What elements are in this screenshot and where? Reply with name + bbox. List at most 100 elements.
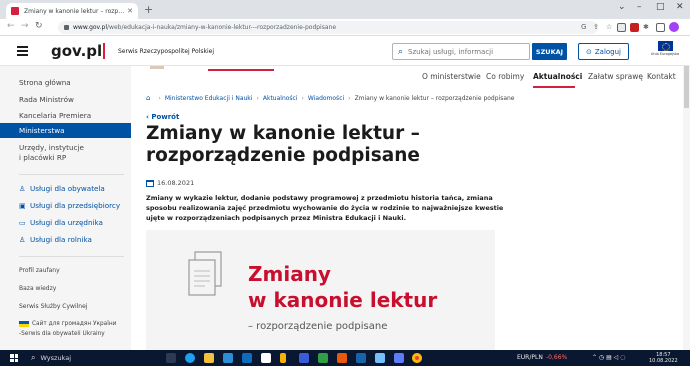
breadcrumb: ⌂ › Ministerstwo Edukacji i Nauki › Aktu…	[146, 94, 515, 102]
back-arrow-icon[interactable]: ←	[7, 21, 15, 31]
topnav-contact[interactable]: Kontakt	[647, 72, 676, 84]
tab-title: Zmiany w kanonie lektur – rozp…	[24, 7, 125, 15]
login-label: Zaloguj	[594, 47, 621, 56]
google-lens-icon[interactable]: G	[581, 23, 586, 31]
sidebar-item-knowledge-base[interactable]: Baza wiedzy	[0, 284, 131, 294]
file-explorer-icon[interactable]	[204, 353, 214, 363]
share-icon[interactable]: ⇪	[593, 23, 599, 31]
search-button[interactable]: SZUKAJ	[532, 43, 567, 60]
profile-avatar[interactable]	[669, 22, 679, 32]
bookmark-star-icon[interactable]: ☆	[606, 23, 612, 31]
url-text: www.gov.pl/web/edukacja-i-nauka/zmiany-w…	[73, 24, 337, 31]
person-icon: ♙	[19, 185, 26, 193]
back-label: Powrót	[151, 113, 180, 121]
sidebar-item-chancellery[interactable]: Kancelaria Premiera	[0, 111, 131, 121]
minimize-button[interactable]: –	[637, 2, 642, 12]
govpl-logo[interactable]: gov.pl	[51, 42, 102, 60]
sidebar-divider	[19, 256, 124, 257]
tab-search-icon[interactable]: ⌄	[618, 2, 626, 12]
store-icon[interactable]	[223, 353, 233, 363]
sidebar-item-civil-service[interactable]: Serwis Służby Cywilnej	[0, 302, 131, 312]
article-image: Zmiany w kanonie lektur – rozporządzenie…	[146, 230, 495, 350]
ukraine-flag-icon	[19, 320, 29, 327]
page-title: Zmiany w kanonie lektur – rozporządzenie…	[146, 123, 420, 166]
topnav-about[interactable]: O ministerstwie	[422, 72, 481, 84]
page-scrollbar[interactable]	[683, 66, 690, 350]
maximize-button[interactable]: □	[656, 2, 665, 12]
browser-toolbar: ← → ↻ www.gov.pl/web/edukacja-i-nauka/zm…	[0, 19, 690, 36]
user-icon: ⊙	[585, 47, 592, 56]
ticker-name[interactable]: EUR/PLN	[517, 354, 543, 361]
home-icon[interactable]: ⌂	[146, 94, 150, 102]
topnav-services[interactable]: Załatw sprawę	[588, 72, 643, 84]
sidebar-item-ministries[interactable]: Ministerstwa	[0, 123, 131, 138]
reload-icon[interactable]: ↻	[35, 21, 43, 31]
address-bar[interactable]: www.gov.pl/web/edukacja-i-nauka/zmiany-w…	[58, 21, 598, 34]
scrollbar-thumb[interactable]	[684, 66, 689, 108]
breadcrumb-news[interactable]: Aktualności	[263, 95, 298, 102]
search-icon: ⌕	[31, 353, 36, 362]
date-value: 16.08.2021	[157, 179, 195, 187]
topnav-what-we-do[interactable]: Co robimy	[486, 72, 524, 84]
sidebar-item-home[interactable]: Strona główna	[0, 78, 131, 88]
system-clock[interactable]: 18:57 10.08.2022	[649, 352, 678, 364]
breadcrumb-messages[interactable]: Wiadomości	[308, 95, 344, 102]
breadcrumb-ministry[interactable]: Ministerstwo Edukacji i Nauki	[165, 95, 253, 102]
sidebar-item-trusted-profile[interactable]: Profil zaufany	[0, 266, 131, 276]
edge-icon[interactable]	[185, 353, 195, 363]
article-lead: Zmiany w wykazie lektur, dodanie podstaw…	[146, 194, 504, 222]
image-subtitle: – rozporządzenie podpisane	[248, 321, 388, 332]
sidebar-item-citizen[interactable]: ♙ Usługi dla obywatela	[0, 184, 131, 194]
sidebar-item-farmer[interactable]: ♙ Usługi dla rolnika	[0, 235, 131, 245]
close-tab-icon[interactable]: ✕	[127, 7, 133, 15]
app-icon[interactable]	[375, 353, 385, 363]
extension-icon[interactable]	[617, 23, 626, 32]
app-icon[interactable]	[261, 353, 271, 363]
eu-flag-logo: Unia Europejska	[650, 41, 680, 61]
app-icon[interactable]	[280, 353, 286, 363]
back-link[interactable]: ‹ Powrót	[146, 113, 179, 121]
tray-icons[interactable]: ⌃ ◷ ▤ ◁ ◌	[592, 354, 625, 361]
ticker-change[interactable]: -0,66%	[546, 354, 567, 361]
taskbar-search[interactable]: ⌕ Wyszukaj	[25, 351, 145, 365]
sidebar-item-council[interactable]: Rada Ministrów	[0, 95, 131, 105]
calendar-icon	[146, 179, 154, 187]
sidebar-item-official[interactable]: ▭ Usługi dla urzędnika	[0, 218, 131, 228]
sidebar-label: Usługi dla urzędnika	[30, 218, 103, 227]
app-icon[interactable]	[318, 353, 328, 363]
extension-red-icon[interactable]	[630, 23, 639, 32]
mail-icon[interactable]	[242, 353, 252, 363]
image-title-line2: w kanonie lektur	[248, 288, 438, 312]
sidebar-divider	[19, 174, 124, 175]
close-window-button[interactable]: ✕	[676, 2, 684, 12]
app-icon[interactable]	[394, 353, 404, 363]
os-taskbar: ⌕ Wyszukaj EUR/PLN -0,66% ⌃ ◷ ▤ ◁ ◌ 18:5…	[0, 350, 690, 366]
eu-flag-icon	[657, 41, 673, 51]
sidebar-label: -Serwis dla obywateli Ukrainy	[19, 331, 105, 337]
search-icon: ⌕	[398, 46, 404, 57]
search-input[interactable]	[408, 47, 519, 56]
article-date: 16.08.2021	[146, 179, 194, 187]
sidepanel-icon[interactable]	[656, 23, 665, 32]
sidebar-item-offices[interactable]: Urzędy, instytucje i placówki RP	[0, 143, 131, 163]
topnav-news[interactable]: Aktualności	[533, 72, 582, 84]
forward-arrow-icon[interactable]: →	[21, 21, 29, 31]
banner-remnant	[150, 66, 274, 71]
windows-start-icon[interactable]	[10, 354, 18, 362]
sidebar-item-ukraine[interactable]: Сайт для громадян України -Serwis dla ob…	[0, 319, 131, 339]
browser-tab[interactable]: Zmiany w kanonie lektur – rozp… ✕	[6, 3, 138, 19]
menu-hamburger-icon[interactable]	[17, 46, 28, 56]
new-tab-button[interactable]: +	[144, 3, 153, 16]
login-button[interactable]: ⊙ Zaloguj	[578, 43, 629, 60]
chrome-icon[interactable]	[412, 353, 422, 363]
taskbar-search-placeholder: Wyszukaj	[40, 354, 72, 362]
breadcrumb-current: Zmiany w kanonie lektur – rozporządzenie…	[354, 94, 515, 102]
task-view-icon[interactable]	[166, 353, 176, 363]
puzzle-icon[interactable]: ✱	[643, 23, 649, 31]
app-icon[interactable]	[337, 353, 347, 363]
app-icon[interactable]	[356, 353, 366, 363]
sidebar-item-business[interactable]: ▣ Usługi dla przedsiębiorcy	[0, 201, 131, 211]
app-icon[interactable]	[299, 353, 309, 363]
search-field[interactable]: ⌕	[392, 43, 530, 60]
sidebar-label: Usługi dla przedsiębiorcy	[30, 201, 121, 210]
